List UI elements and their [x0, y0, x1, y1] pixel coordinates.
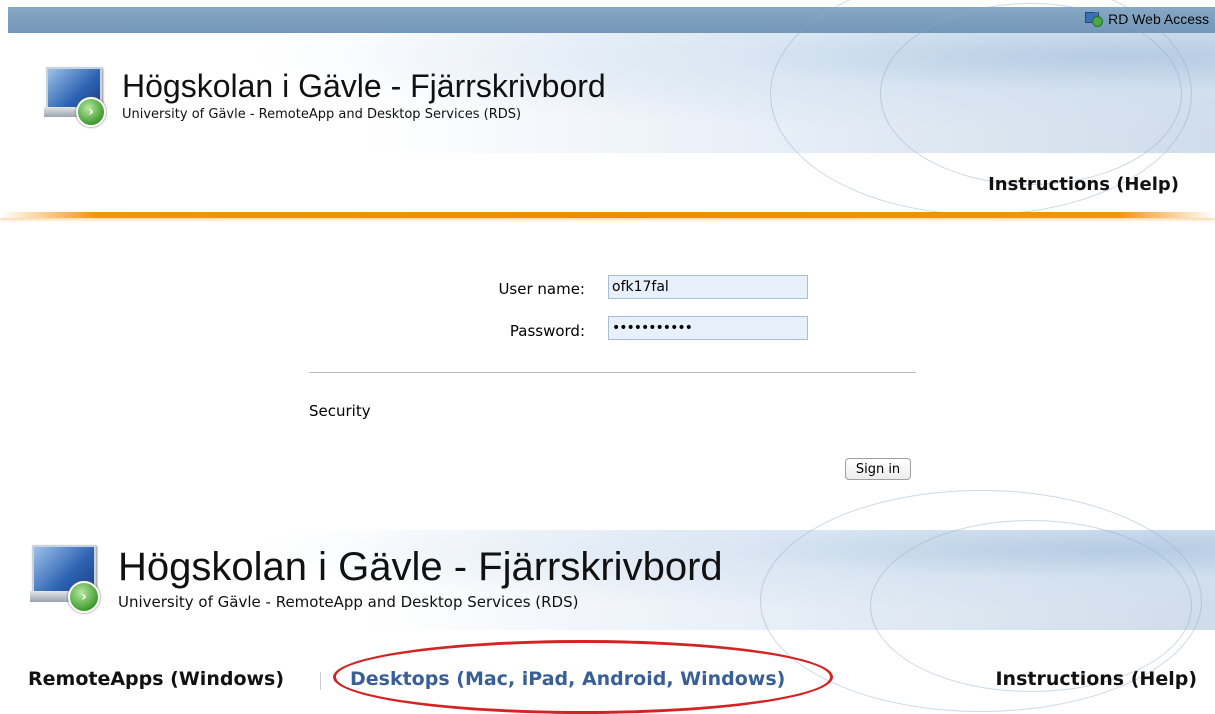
remote-desktop-logo-icon: ›: [30, 545, 102, 613]
remote-desktop-logo-icon: ›: [44, 67, 106, 127]
page-title-2: Högskolan i Gävle - Fjärrskrivbord: [118, 545, 723, 589]
username-label: User name:: [498, 280, 585, 298]
password-input[interactable]: •••••••••••: [608, 316, 808, 340]
highlight-oval: [333, 640, 833, 714]
username-input[interactable]: ofk17fal: [608, 275, 808, 299]
nav-remoteapps[interactable]: RemoteApps (Windows): [28, 668, 284, 690]
nav-separator: [320, 672, 321, 690]
nav-instructions-help[interactable]: Instructions (Help): [995, 668, 1197, 690]
orange-divider: [0, 212, 1215, 218]
page-title: Högskolan i Gävle - Fjärrskrivbord: [122, 68, 606, 104]
sign-in-button[interactable]: Sign in: [845, 458, 911, 480]
globe-decoration: [880, 3, 1182, 185]
globe-decoration: [870, 520, 1192, 692]
password-label: Password:: [509, 322, 585, 340]
form-divider: [309, 372, 916, 373]
instructions-help-link[interactable]: Instructions (Help): [988, 174, 1179, 195]
page-subtitle: University of Gävle - RemoteApp and Desk…: [122, 107, 522, 122]
page-subtitle-2: University of Gävle - RemoteApp and Desk…: [118, 593, 579, 611]
security-label[interactable]: Security: [309, 402, 371, 420]
